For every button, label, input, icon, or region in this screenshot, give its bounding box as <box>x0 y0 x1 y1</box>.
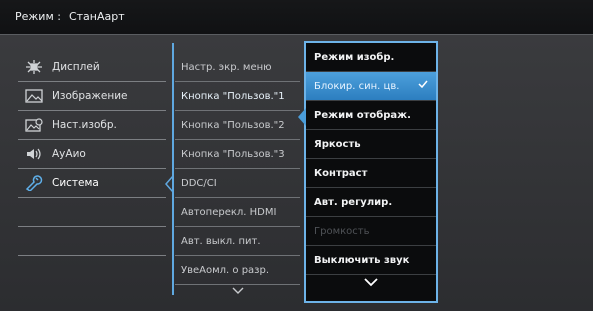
menu-item-picture-advanced[interactable]: Наст.изобр. <box>18 111 166 140</box>
submenu-item-selected[interactable]: Кнопка "Пользов."1 <box>175 82 300 111</box>
submenu-item[interactable]: Кнопка "Пользов."3 <box>175 140 300 169</box>
column-divider <box>172 43 174 295</box>
scroll-down-icon[interactable] <box>306 275 436 293</box>
mode-value: СтанАарт <box>68 10 125 23</box>
options-panel: Режим изобр. Блокир. син. цв. Режим отоб… <box>298 41 438 303</box>
system-submenu: Настр. экр. меню Кнопка "Пользов."1 Кноп… <box>175 53 300 301</box>
menu-item-label: Система <box>52 177 99 189</box>
menu-item-label: Наст.изобр. <box>52 119 117 131</box>
option-item-selected[interactable]: Блокир. син. цв. <box>298 72 436 126</box>
option-item-disabled: Громкость <box>306 217 436 246</box>
option-item[interactable]: Авт. регулир. <box>306 188 436 217</box>
submenu-item[interactable]: Авт. выкл. пит. <box>175 227 300 256</box>
option-item[interactable]: Яркость <box>306 130 436 159</box>
menu-item-system[interactable]: Система <box>18 169 166 198</box>
menu-item-audio[interactable]: АуАио <box>18 140 166 169</box>
header-bar: Режим : СтанАарт <box>0 0 593 35</box>
option-label: Блокир. син. цв. <box>314 80 400 92</box>
option-item[interactable]: Выключить звук <box>306 246 436 275</box>
mode-label: Режим : <box>15 10 61 23</box>
option-item[interactable]: Режим отображ. <box>306 101 436 130</box>
mode-indicator: Режим : СтанАарт <box>15 10 133 23</box>
menu-item-label: Изображение <box>52 90 128 102</box>
speaker-icon <box>24 146 44 162</box>
submenu-item[interactable]: УвеАомл. о разр. <box>175 256 300 285</box>
checkmark-icon <box>418 78 428 91</box>
scroll-down-icon[interactable] <box>175 285 300 301</box>
osd-menu: Режим : СтанАарт Дисплей Изображение Нас… <box>0 0 593 311</box>
submenu-item[interactable]: Настр. экр. меню <box>175 53 300 82</box>
pointer-icon <box>298 108 306 126</box>
option-item[interactable]: Режим изобр. <box>306 43 436 72</box>
display-settings-icon <box>24 59 44 75</box>
submenu-item[interactable]: DDC/CI <box>175 169 300 198</box>
menu-item-label: АуАио <box>52 148 86 160</box>
menu-empty-row <box>18 198 166 227</box>
wrench-icon <box>24 175 44 191</box>
selection-caret-icon <box>165 175 174 193</box>
menu-empty-row <box>18 227 166 256</box>
menu-item-display[interactable]: Дисплей <box>18 53 166 82</box>
submenu-item[interactable]: Кнопка "Пользов."2 <box>175 111 300 140</box>
main-menu: Дисплей Изображение Наст.изобр. АуАио Си… <box>18 53 166 256</box>
menu-body: Дисплей Изображение Наст.изобр. АуАио Си… <box>0 35 593 311</box>
menu-item-picture[interactable]: Изображение <box>18 82 166 111</box>
picture-icon <box>24 88 44 104</box>
option-item[interactable]: Контраст <box>306 159 436 188</box>
menu-item-label: Дисплей <box>52 61 100 73</box>
picture-settings-icon <box>24 117 44 133</box>
submenu-item[interactable]: Автоперекл. HDMI <box>175 198 300 227</box>
